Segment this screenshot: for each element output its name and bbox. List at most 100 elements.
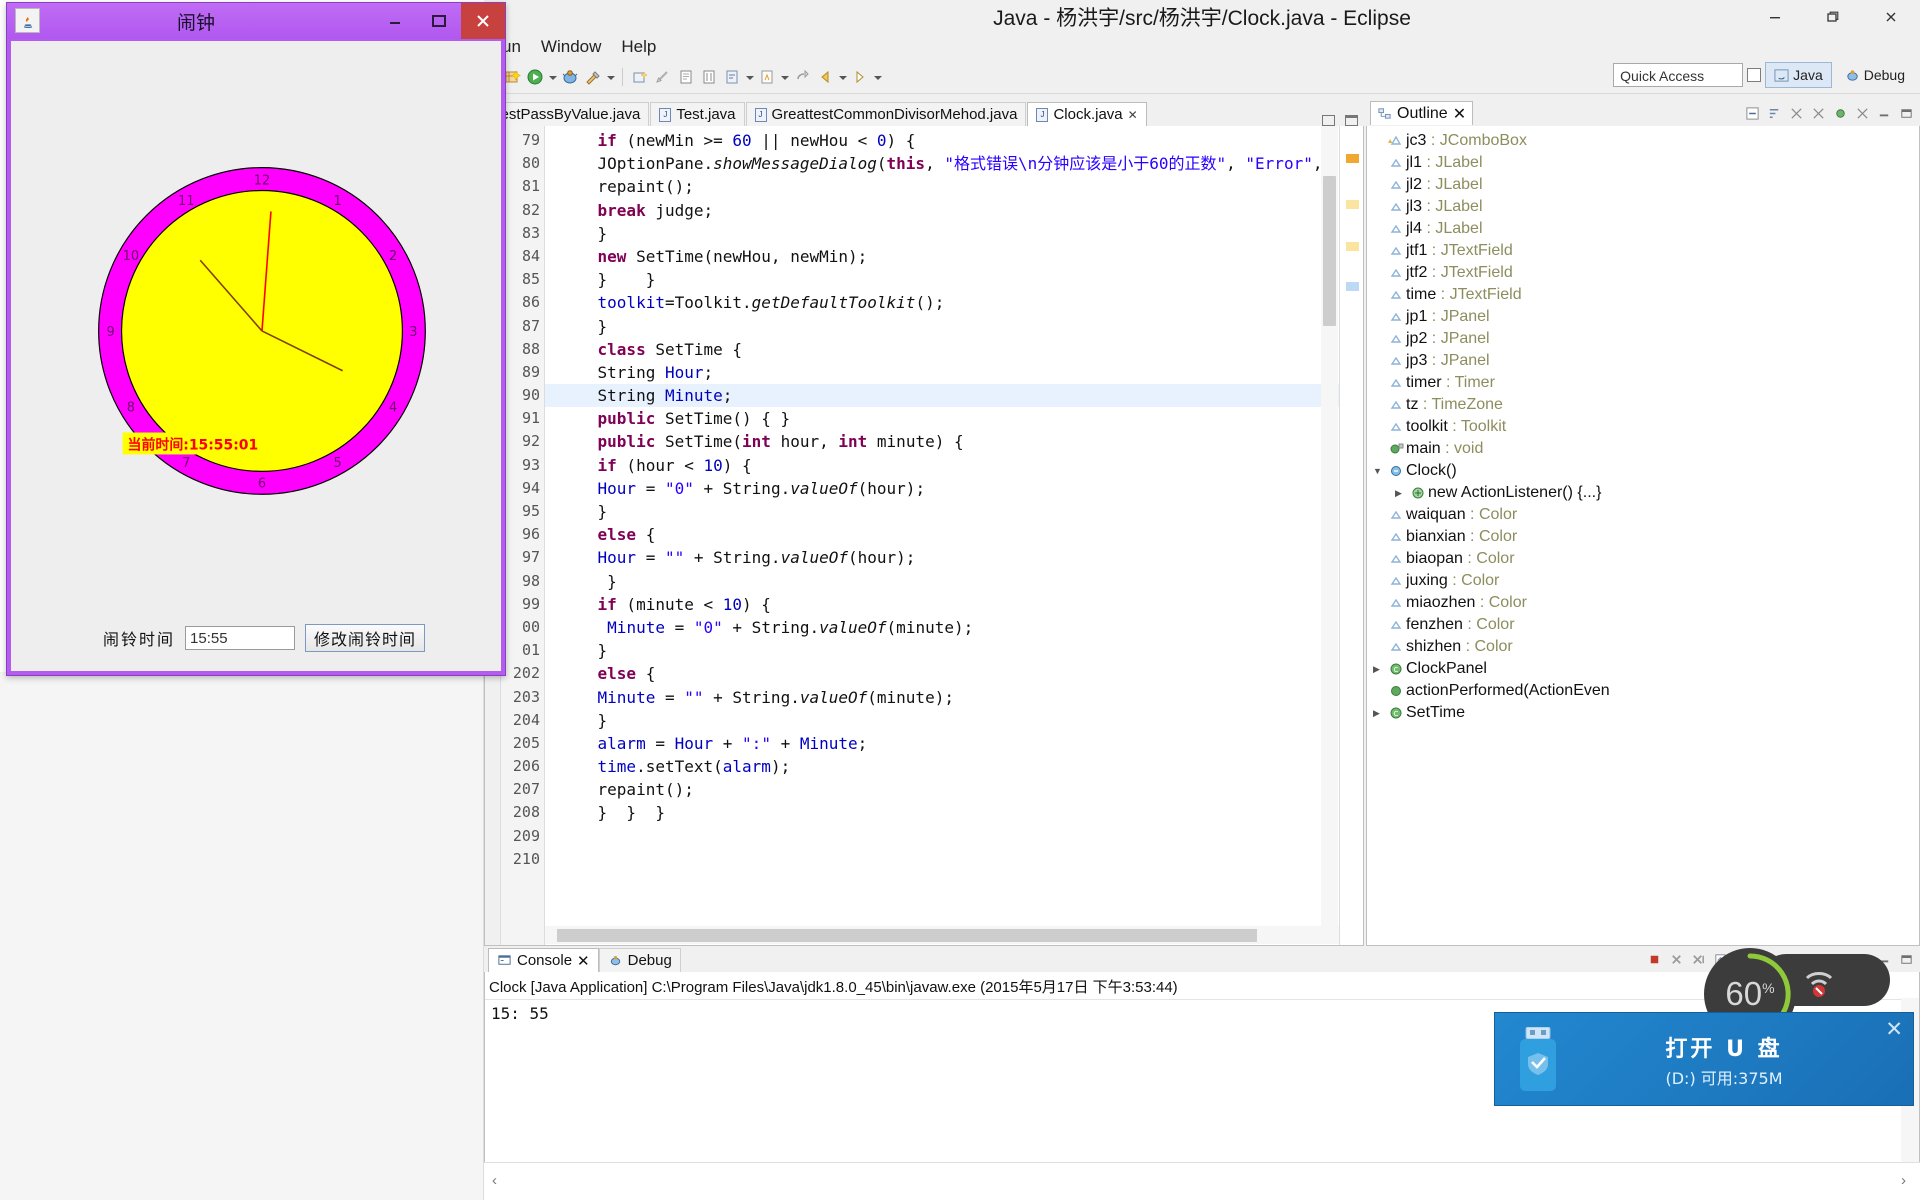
tab-debug[interactable]: Debug [598,948,681,972]
perspective-debug[interactable]: Debug [1836,62,1914,88]
outline-expand-arrow-icon[interactable]: ▶ [1373,664,1386,675]
perspective-java[interactable]: Java [1765,62,1832,88]
code-line[interactable]: alarm = Hour + ":" + Minute; [545,732,1339,755]
outline-item[interactable]: fenzhen : Color [1367,614,1919,636]
restore-button[interactable] [1804,0,1862,34]
outline-item[interactable]: ▼ Clock() [1367,460,1919,482]
run-dropdown-arrow[interactable] [548,67,557,87]
code-line[interactable]: String Hour; [545,361,1339,384]
outline-item[interactable]: jl4 : JLabel [1367,218,1919,240]
outline-item[interactable]: jl1 : JLabel [1367,152,1919,174]
code-line[interactable]: } [545,709,1339,732]
external-tools-icon[interactable] [583,67,603,87]
tab-outline[interactable]: Outline ✕ [1370,101,1474,125]
code-line[interactable]: repaint(); [545,175,1339,198]
code-line[interactable]: public SetTime() { } [545,407,1339,430]
code-line[interactable]: Minute = "0" + String.valueOf(minute); [545,616,1339,639]
code-line[interactable]: String Minute; [545,384,1339,408]
outline-expand-arrow-icon[interactable]: ▶ [1373,708,1386,719]
code-line[interactable]: public SetTime(int hour, int minute) { [545,430,1339,453]
code-line[interactable]: new SetTime(newHou, newMin); [545,245,1339,268]
code-line[interactable]: JOptionPane.showMessageDialog(this, "格式错… [545,152,1339,175]
toggle-markers-icon[interactable] [676,67,696,87]
outline-close-icon[interactable]: ✕ [1453,104,1466,124]
outline-item[interactable]: time : JTextField [1367,284,1919,306]
code-line[interactable]: break judge; [545,199,1339,222]
hide-nonpublic-icon[interactable] [1833,106,1848,121]
overview-marker-occurrence-1[interactable] [1346,200,1359,209]
code-line[interactable]: time.setText(alarm); [545,755,1339,778]
sort-icon[interactable] [1767,106,1782,121]
outline-expand-arrow-icon[interactable]: ▼ [1373,466,1386,476]
last-edit-location-icon[interactable] [792,67,812,87]
code-line[interactable]: class SetTime { [545,338,1339,361]
minimize-button[interactable] [1746,0,1804,34]
outline-item[interactable]: main : void [1367,438,1919,460]
outline-item[interactable]: biaopan : Color [1367,548,1919,570]
editor-tab[interactable]: J Test.java [650,102,745,126]
outline-item[interactable]: actionPerformed(ActionEven [1367,680,1919,702]
outline-item[interactable]: jp1 : JPanel [1367,306,1919,328]
code-line[interactable]: if (minute < 10) { [545,593,1339,616]
editor-tab[interactable]: J GreattestCommonDivisorMehod.java [745,102,1027,126]
outline-expand-arrow-icon[interactable]: ▶ [1395,488,1408,499]
bottom-scroll-left-icon[interactable]: ‹ [492,1172,497,1189]
debug-icon[interactable] [560,67,580,87]
code-line[interactable]: if (hour < 10) { [545,454,1339,477]
code-line[interactable]: toolkit=Toolkit.getDefaultToolkit(); [545,291,1339,314]
outline-item[interactable]: jc3 : JComboBox [1367,130,1919,152]
forward-icon[interactable] [850,67,870,87]
collapse-all-icon[interactable] [1745,106,1760,121]
outline-item[interactable]: tz : TimeZone [1367,394,1919,416]
outline-item[interactable]: jp3 : JPanel [1367,350,1919,372]
outline-item[interactable]: juxing : Color [1367,570,1919,592]
usb-notification-popup[interactable]: ✕ 打开 U 盘 (D:) 可用:375M [1494,1012,1914,1106]
new-java-project-icon[interactable] [630,67,650,87]
code-line[interactable]: Hour = "0" + String.valueOf(hour); [545,477,1339,500]
outline-item[interactable]: bianxian : Color [1367,526,1919,548]
code-line[interactable] [545,848,1339,871]
overview-marker-occurrence-2[interactable] [1346,242,1359,251]
next-annotation-icon[interactable] [757,67,777,87]
hide-local-types-icon[interactable] [1855,106,1870,121]
outline-item[interactable]: jtf1 : JTextField [1367,240,1919,262]
forward-dropdown-arrow[interactable] [873,67,882,87]
back-icon[interactable] [815,67,835,87]
outline-maximize-icon[interactable] [1899,106,1914,121]
code-line[interactable]: if (newMin >= 60 || newHou < 0) { [545,129,1339,152]
outline-item[interactable]: ▶ C SetTime [1367,702,1919,724]
code-line[interactable]: } [545,570,1339,593]
outline-item[interactable]: timer : Timer [1367,372,1919,394]
outline-tree[interactable]: jc3 : JComboBox jl1 : JLabel jl2 : JLabel j… [1366,126,1920,946]
whitespace-dropdown-arrow[interactable] [745,67,754,87]
outline-minimize-icon[interactable] [1877,106,1892,121]
editor-horizontal-scrollbar[interactable] [545,926,1339,944]
outline-item[interactable]: shizhen : Color [1367,636,1919,658]
outline-item[interactable]: jl3 : JLabel [1367,196,1919,218]
run-icon[interactable] [525,67,545,87]
code-line[interactable]: repaint(); [545,778,1339,801]
back-dropdown-arrow[interactable] [838,67,847,87]
code-line[interactable]: } [545,639,1339,662]
editor-overview-ruler[interactable] [1339,126,1363,945]
bottom-scroll-right-icon[interactable]: › [1901,1172,1906,1189]
code-line[interactable] [545,825,1339,848]
performance-widget[interactable]: 60% [1704,948,1890,1040]
code-line[interactable]: } [545,315,1339,338]
editor-code-text[interactable]: if (newMin >= 60 || newHou < 0) { JOptio… [545,126,1339,945]
outline-item[interactable]: waiquan : Color [1367,504,1919,526]
outline-item[interactable]: jp2 : JPanel [1367,328,1919,350]
outline-item[interactable]: jtf2 : JTextField [1367,262,1919,284]
hide-fields-icon[interactable] [1789,106,1804,121]
editor-minimize-icon[interactable] [1322,115,1335,126]
editor-tab[interactable]: J Clock.java ✕ [1027,102,1147,126]
tab-console[interactable]: Console ✕ [488,948,599,972]
editor-tab-close-icon[interactable]: ✕ [1128,108,1138,122]
outline-item[interactable]: ▶ C ClockPanel [1367,658,1919,680]
alarm-minimize-button[interactable] [373,3,417,39]
code-line[interactable]: Hour = "" + String.valueOf(hour); [545,546,1339,569]
editor-tab[interactable]: TestPassByValue.java [484,102,650,126]
alarm-time-input[interactable] [185,626,296,650]
outline-item[interactable]: jl2 : JLabel [1367,174,1919,196]
outline-item[interactable]: ▶ new ActionListener() {...} [1367,482,1919,504]
